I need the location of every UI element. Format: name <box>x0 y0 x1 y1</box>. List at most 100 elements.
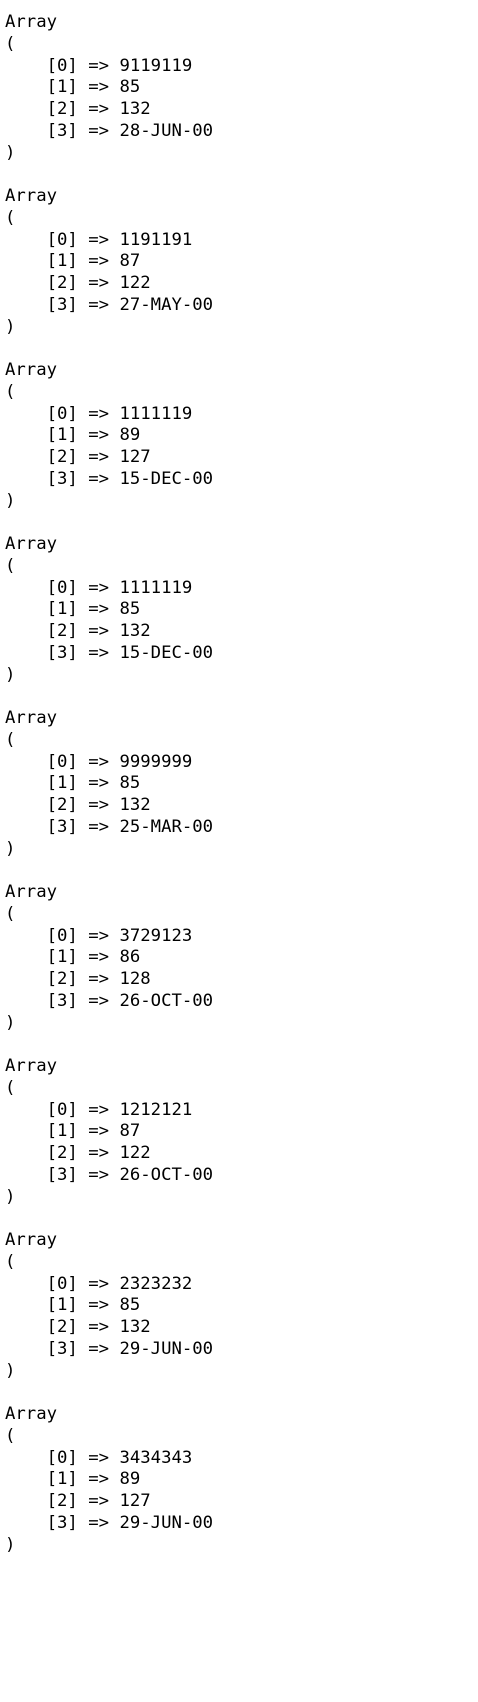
entry-key: [1] <box>46 1121 89 1142</box>
entry-value: 2323232 <box>119 1273 193 1294</box>
open-paren: ( <box>5 33 16 54</box>
entry-value: 9119119 <box>119 55 193 76</box>
entry-arrow: => <box>88 1143 110 1163</box>
entry-key: [3] <box>46 120 89 141</box>
entry-arrow: => <box>88 1338 110 1359</box>
close-paren: ) <box>5 664 16 685</box>
entry-key: [1] <box>46 251 89 272</box>
entry-key: [2] <box>46 1143 89 1163</box>
entry-value: 85 <box>119 1295 141 1316</box>
entry-arrow: => <box>88 969 110 989</box>
array-entry: [0] => 1111119 <box>5 578 478 600</box>
array-entry: [3] => 26-OCT-00 <box>5 991 478 1013</box>
entry-key: [1] <box>46 1469 89 1490</box>
entry-arrow: => <box>88 447 110 467</box>
array-entry: [1] => 85 <box>5 77 478 99</box>
entry-arrow: => <box>88 1295 110 1316</box>
array-block: Array([0] => 3729123 [1] => 86 [2] => 128[… <box>5 882 478 1056</box>
array-keyword: Array <box>5 708 58 728</box>
array-entry: [2] => 128 <box>5 969 478 991</box>
entry-arrow: => <box>88 577 110 598</box>
entry-arrow: => <box>88 925 110 946</box>
entry-arrow: => <box>88 990 110 1011</box>
entry-arrow: => <box>88 273 110 293</box>
entry-key: [1] <box>46 773 89 794</box>
close-paren: ) <box>5 838 16 859</box>
array-entry: [1] => 85 <box>5 773 478 795</box>
array-entry: [1] => 86 <box>5 947 478 969</box>
array-block: Array([0] => 9999999 [1] => 85 [2] => 132[… <box>5 708 478 882</box>
array-block: Array([0] => 1111119 [1] => 89 [2] => 127[… <box>5 360 478 534</box>
close-paren: ) <box>5 316 16 337</box>
array-keyword: Array <box>5 534 58 554</box>
array-entry: [1] => 89 <box>5 1469 478 1491</box>
entry-arrow: => <box>88 468 110 489</box>
close-paren: ) <box>5 1012 16 1033</box>
array-entry: [2] => 122 <box>5 273 478 295</box>
array-entry: [2] => 122 <box>5 1143 478 1165</box>
array-entry: [1] => 87 <box>5 251 478 273</box>
entry-value: 1191191 <box>119 229 193 250</box>
array-block: Array([0] => 1212121 [1] => 87 [2] => 122[… <box>5 1056 478 1230</box>
entry-value: 27-MAY-00 <box>119 294 214 315</box>
array-entry: [1] => 85 <box>5 599 478 621</box>
open-paren: ( <box>5 729 16 750</box>
entry-key: [3] <box>46 816 89 837</box>
entry-key: [3] <box>46 1338 89 1359</box>
entry-arrow: => <box>88 642 110 663</box>
open-paren: ( <box>5 207 16 228</box>
entry-arrow: => <box>88 816 110 837</box>
entry-value: 29-JUN-00 <box>119 1512 214 1533</box>
entry-value: 85 <box>119 773 141 794</box>
array-entry: [3] => 26-OCT-00 <box>5 1165 478 1187</box>
open-paren: ( <box>5 381 16 402</box>
entry-arrow: => <box>88 1099 110 1120</box>
array-keyword: Array <box>5 12 58 32</box>
array-entry: [0] => 9999999 <box>5 752 478 774</box>
entry-key: [0] <box>46 1273 89 1294</box>
entry-key: [2] <box>46 1491 89 1511</box>
array-entry: [0] => 1111119 <box>5 404 478 426</box>
entry-value: 28-JUN-00 <box>119 120 214 141</box>
close-paren: ) <box>5 1186 16 1207</box>
array-entry: [0] => 2323232 <box>5 1274 478 1296</box>
entry-arrow: => <box>88 425 110 446</box>
array-entry: [1] => 89 <box>5 425 478 447</box>
entry-value: 132 <box>119 795 151 815</box>
entry-key: [2] <box>46 795 89 815</box>
array-keyword: Array <box>5 882 58 902</box>
entry-value: 132 <box>119 1317 151 1337</box>
array-keyword: Array <box>5 1056 58 1076</box>
entry-key: [0] <box>46 1447 89 1468</box>
entry-value: 122 <box>119 273 151 293</box>
entry-value: 85 <box>119 77 141 98</box>
entry-value: 3434343 <box>119 1447 193 1468</box>
entry-value: 85 <box>119 599 141 620</box>
array-keyword: Array <box>5 1404 58 1424</box>
array-block: Array([0] => 9119119 [1] => 85 [2] => 132[… <box>5 12 478 186</box>
entry-arrow: => <box>88 1491 110 1511</box>
entry-value: 87 <box>119 1121 141 1142</box>
entry-value: 132 <box>119 621 151 641</box>
entry-arrow: => <box>88 773 110 794</box>
entry-key: [2] <box>46 273 89 293</box>
array-entry: [2] => 132 <box>5 795 478 817</box>
entry-key: [2] <box>46 99 89 119</box>
entry-key: [2] <box>46 447 89 467</box>
entry-arrow: => <box>88 599 110 620</box>
entry-arrow: => <box>88 1469 110 1490</box>
array-block: Array([0] => 3434343 [1] => 89 [2] => 127[… <box>5 1404 478 1578</box>
entry-value: 128 <box>119 969 151 989</box>
entry-value: 15-DEC-00 <box>119 468 214 489</box>
entry-key: [0] <box>46 55 89 76</box>
entry-value: 122 <box>119 1143 151 1163</box>
entry-arrow: => <box>88 294 110 315</box>
entry-key: [1] <box>46 1295 89 1316</box>
array-block: Array([0] => 1111119 [1] => 85 [2] => 132[… <box>5 534 478 708</box>
array-entry: [0] => 9119119 <box>5 56 478 78</box>
array-entry: [2] => 127 <box>5 1491 478 1513</box>
entry-key: [1] <box>46 425 89 446</box>
